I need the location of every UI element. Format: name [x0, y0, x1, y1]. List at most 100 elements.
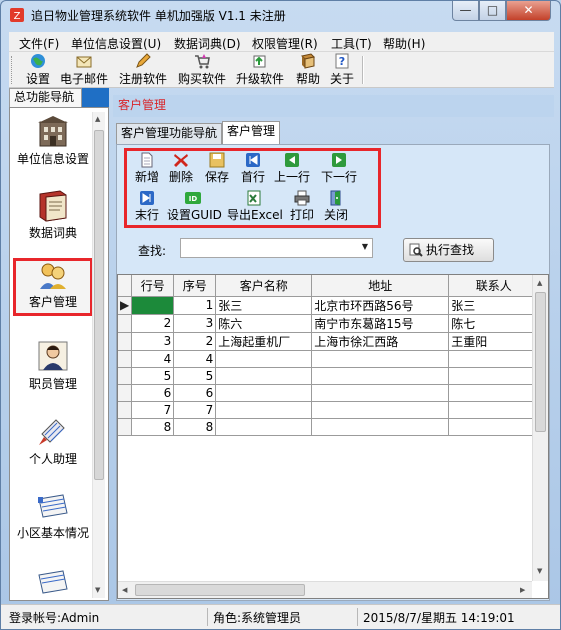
- search-input[interactable]: ▼: [180, 238, 373, 258]
- cell-seq[interactable]: 7: [173, 401, 217, 419]
- menu-permissions[interactable]: 权限管理(R): [252, 35, 318, 52]
- cell-name[interactable]: [215, 401, 313, 419]
- first-row-button[interactable]: 首行: [238, 152, 268, 185]
- cell-row-no[interactable]: 5: [131, 367, 175, 385]
- export-excel-button[interactable]: 导出Excel: [227, 190, 283, 223]
- next-row-button[interactable]: 下一行: [319, 152, 359, 185]
- cell-contact[interactable]: [448, 350, 540, 368]
- table-row[interactable]: 3 2 上海起重机厂 上海市徐汇西路 王重阳: [118, 332, 540, 351]
- table-row[interactable]: 4 4: [118, 350, 540, 368]
- nav-item-unit-settings[interactable]: 单位信息设置: [16, 114, 90, 166]
- cell-seq[interactable]: 2: [173, 332, 217, 351]
- row-header[interactable]: [118, 384, 133, 402]
- tab-customer-management[interactable]: 客户管理: [222, 121, 281, 144]
- scroll-down-icon[interactable]: ▼: [95, 586, 100, 594]
- grid-vscroll-thumb[interactable]: [535, 292, 546, 432]
- cell-row-no[interactable]: 7: [131, 401, 175, 419]
- cell-seq[interactable]: 1: [173, 296, 217, 315]
- cell-contact[interactable]: [448, 384, 540, 402]
- cell-address[interactable]: [311, 418, 450, 436]
- execute-search-button[interactable]: 执行查找: [403, 238, 494, 262]
- about-button[interactable]: ? 关于: [327, 53, 357, 87]
- prev-row-button[interactable]: 上一行: [272, 152, 312, 185]
- table-row[interactable]: 6 6: [118, 384, 540, 402]
- table-row[interactable]: ▶ 1 1 张三 北京市环西路56号 张三: [118, 296, 540, 315]
- maximize-button[interactable]: □: [479, 1, 506, 21]
- column-header-seq[interactable]: 序号: [173, 275, 217, 297]
- nav-item-community-info[interactable]: 小区基本情况: [16, 492, 90, 540]
- close-module-button[interactable]: 关闭: [321, 190, 351, 223]
- grid-horizontal-scrollbar[interactable]: ◀ ▶: [118, 581, 532, 598]
- title-bar[interactable]: Z 追日物业管理系统软件 单机加强版 V1.1 未注册 — □ ✕: [1, 1, 560, 31]
- cell-row-no[interactable]: 1: [131, 296, 175, 315]
- cell-name[interactable]: [215, 384, 313, 402]
- scroll-up-icon[interactable]: ▲: [537, 279, 542, 287]
- close-button[interactable]: ✕: [506, 1, 551, 21]
- cell-row-no[interactable]: 6: [131, 384, 175, 402]
- table-row[interactable]: 7 7: [118, 401, 540, 419]
- cell-address[interactable]: 南宁市东葛路15号: [311, 314, 450, 333]
- cell-name[interactable]: [215, 367, 313, 385]
- nav-item-customer-management[interactable]: 客户管理: [13, 258, 93, 316]
- buy-button[interactable]: 购买软件: [176, 53, 228, 87]
- column-header-contact[interactable]: 联系人: [448, 275, 540, 297]
- table-row[interactable]: 5 5: [118, 367, 540, 385]
- save-button[interactable]: 保存: [202, 152, 232, 185]
- cell-contact[interactable]: 张三: [448, 296, 540, 315]
- cell-address[interactable]: [311, 384, 450, 402]
- cell-contact[interactable]: [448, 418, 540, 436]
- cell-address[interactable]: [311, 350, 450, 368]
- cell-name[interactable]: 上海起重机厂: [215, 332, 313, 351]
- scroll-left-icon[interactable]: ◀: [122, 586, 127, 594]
- column-header-row-no[interactable]: 行号: [131, 275, 175, 297]
- nav-item-data-dictionary[interactable]: 数据词典: [16, 188, 90, 240]
- cell-contact[interactable]: 陈七: [448, 314, 540, 333]
- menu-help[interactable]: 帮助(H): [383, 35, 425, 52]
- cell-name[interactable]: 陈六: [215, 314, 313, 333]
- cell-contact[interactable]: [448, 401, 540, 419]
- minimize-button[interactable]: —: [452, 1, 479, 21]
- dropdown-arrow-icon[interactable]: ▼: [362, 242, 368, 251]
- cell-contact[interactable]: 王重阳: [448, 332, 540, 351]
- menu-unit-settings[interactable]: 单位信息设置(U): [71, 35, 161, 52]
- row-header[interactable]: [118, 401, 133, 419]
- row-header[interactable]: [118, 314, 133, 333]
- menu-file[interactable]: 文件(F): [19, 35, 59, 52]
- cell-address[interactable]: 北京市环西路56号: [311, 296, 450, 315]
- set-guid-button[interactable]: ID 设置GUID: [167, 190, 222, 223]
- cell-row-no[interactable]: 2: [131, 314, 175, 333]
- cell-seq[interactable]: 5: [173, 367, 217, 385]
- delete-button[interactable]: 删除: [166, 152, 196, 185]
- menu-data-dictionary[interactable]: 数据词典(D): [174, 35, 241, 52]
- menu-tools[interactable]: 工具(T): [331, 35, 372, 52]
- help-button[interactable]: 帮助: [293, 53, 323, 87]
- nav-scrollbar[interactable]: ▲ ▼: [92, 112, 105, 598]
- scroll-up-icon[interactable]: ▲: [95, 115, 100, 123]
- cell-name[interactable]: 张三: [215, 296, 313, 315]
- cell-address[interactable]: 上海市徐汇西路: [311, 332, 450, 351]
- nav-scroll-thumb[interactable]: [94, 130, 104, 480]
- register-button[interactable]: 注册软件: [117, 53, 169, 87]
- add-button[interactable]: 新增: [132, 152, 162, 185]
- scroll-down-icon[interactable]: ▼: [537, 567, 542, 575]
- scroll-right-icon[interactable]: ▶: [520, 586, 525, 594]
- upgrade-button[interactable]: 升级软件: [234, 53, 286, 87]
- cell-seq[interactable]: 6: [173, 384, 217, 402]
- table-row[interactable]: 2 3 陈六 南宁市东葛路15号 陈七: [118, 314, 540, 333]
- print-button[interactable]: 打印: [287, 190, 317, 223]
- cell-contact[interactable]: [448, 367, 540, 385]
- cell-row-no[interactable]: 4: [131, 350, 175, 368]
- cell-name[interactable]: [215, 350, 313, 368]
- cell-name[interactable]: [215, 418, 313, 436]
- cell-seq[interactable]: 3: [173, 314, 217, 333]
- last-row-button[interactable]: 末行: [132, 190, 162, 223]
- nav-panel-tab[interactable]: 总功能导航: [9, 88, 82, 107]
- settings-button[interactable]: 设置: [21, 53, 55, 87]
- current-row-indicator-icon[interactable]: ▶: [118, 296, 133, 315]
- row-header[interactable]: [118, 332, 133, 351]
- toolbar-grip[interactable]: [11, 56, 14, 84]
- cell-row-no[interactable]: 8: [131, 418, 175, 436]
- grid-hscroll-thumb[interactable]: [135, 584, 305, 596]
- cell-row-no[interactable]: 3: [131, 332, 175, 351]
- cell-seq[interactable]: 4: [173, 350, 217, 368]
